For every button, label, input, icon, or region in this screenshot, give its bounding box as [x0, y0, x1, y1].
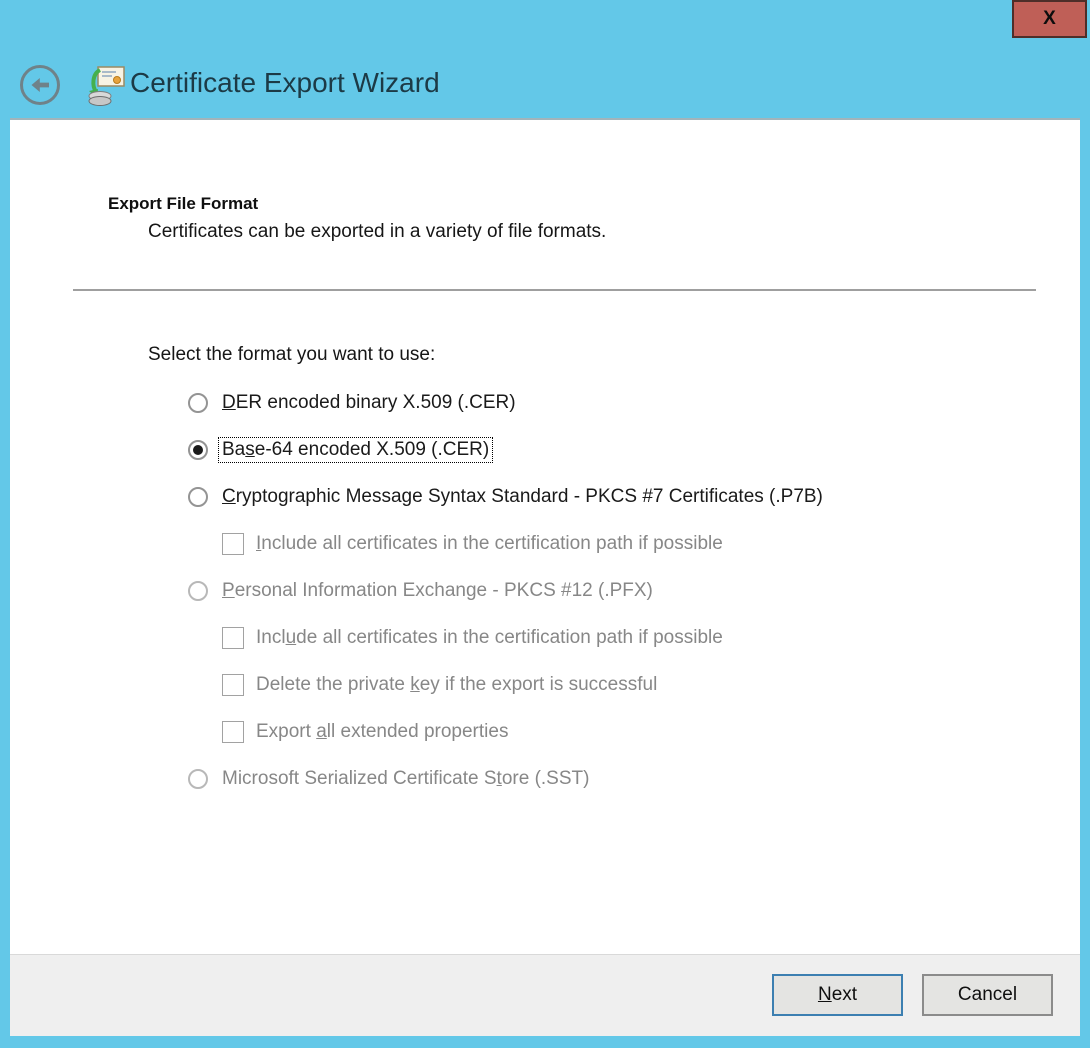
radio-icon[interactable]	[188, 487, 208, 507]
checkbox-icon	[222, 674, 244, 696]
checkbox-icon	[222, 627, 244, 649]
back-arrow-icon	[27, 72, 53, 98]
radio-pfx: Personal Information Exchange - PKCS #12…	[188, 576, 826, 606]
checkbox-include-path-pkcs7-label: Include all certificates in the certific…	[253, 532, 726, 556]
checkbox-icon	[222, 533, 244, 555]
next-button[interactable]: Next	[772, 974, 903, 1016]
radio-base64-encoded[interactable]: Base-64 encoded X.509 (.CER)	[188, 435, 826, 465]
radio-icon	[188, 581, 208, 601]
page-subheading: Certificates can be exported in a variet…	[148, 221, 606, 243]
radio-pkcs7[interactable]: Cryptographic Message Syntax Standard - …	[188, 482, 826, 512]
certificate-export-wizard-window: { "window": { "title": "Certificate Expo…	[0, 0, 1090, 1048]
format-options-group: DER encoded binary X.509 (.CER) Base-64 …	[188, 388, 826, 811]
checkbox-icon	[222, 721, 244, 743]
checkbox-delete-private-key-label: Delete the private key if the export is …	[253, 673, 660, 697]
format-prompt-label: Select the format you want to use:	[148, 344, 435, 366]
radio-icon	[188, 769, 208, 789]
page-heading: Export File Format	[108, 194, 258, 214]
checkbox-include-path-pfx-label: Include all certificates in the certific…	[253, 626, 726, 650]
window-title: Certificate Export Wizard	[130, 67, 440, 99]
checkbox-export-extended-properties-label: Export all extended properties	[253, 720, 511, 744]
close-button[interactable]: X	[1012, 0, 1087, 38]
separator-line	[73, 289, 1036, 291]
radio-sst-label: Microsoft Serialized Certificate Store (…	[219, 767, 592, 791]
cancel-button[interactable]: Cancel	[922, 974, 1053, 1016]
radio-der-label[interactable]: DER encoded binary X.509 (.CER)	[219, 391, 519, 415]
radio-selected-icon[interactable]	[188, 440, 208, 460]
certificate-export-icon	[86, 64, 126, 106]
checkbox-include-path-pkcs7: Include all certificates in the certific…	[222, 529, 826, 559]
radio-icon[interactable]	[188, 393, 208, 413]
wizard-page: Export File Format Certificates can be e…	[10, 118, 1080, 954]
checkbox-delete-private-key: Delete the private key if the export is …	[222, 670, 826, 700]
radio-pfx-label: Personal Information Exchange - PKCS #12…	[219, 579, 656, 603]
radio-der-encoded[interactable]: DER encoded binary X.509 (.CER)	[188, 388, 826, 418]
wizard-footer: Next Cancel	[10, 954, 1080, 1036]
radio-pkcs7-label[interactable]: Cryptographic Message Syntax Standard - …	[219, 485, 826, 509]
checkbox-export-extended-properties: Export all extended properties	[222, 717, 826, 747]
back-button[interactable]	[20, 65, 60, 105]
radio-sst: Microsoft Serialized Certificate Store (…	[188, 764, 826, 794]
checkbox-include-path-pfx: Include all certificates in the certific…	[222, 623, 826, 653]
radio-base64-label[interactable]: Base-64 encoded X.509 (.CER)	[219, 438, 492, 462]
